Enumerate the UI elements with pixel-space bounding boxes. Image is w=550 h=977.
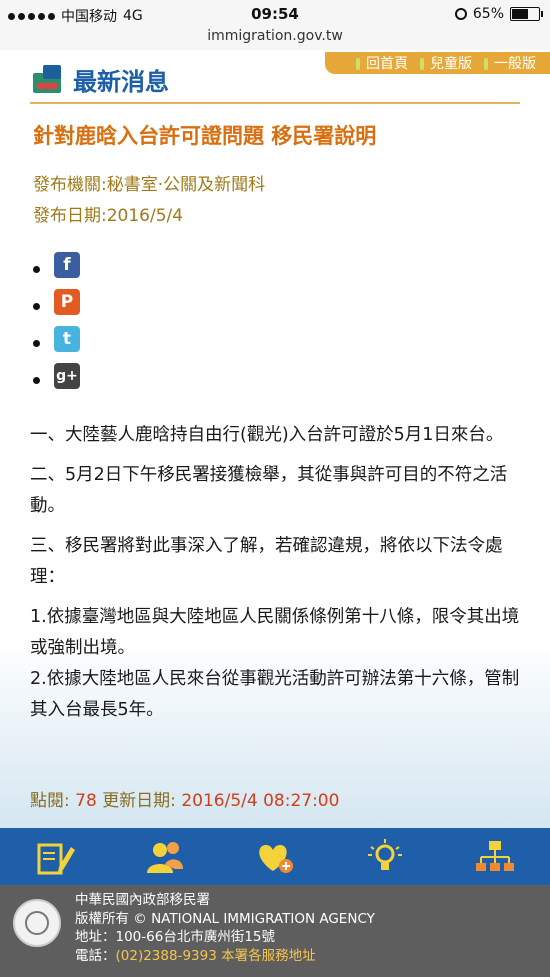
top-link-label: 回首頁 (366, 56, 408, 72)
views-count: 78 (75, 791, 97, 811)
bottom-nav (0, 828, 550, 885)
phone-label: 電話： (75, 947, 116, 964)
share-item: g+ (33, 357, 80, 394)
nav-apply-button[interactable] (27, 835, 83, 879)
share-list: f P t g+ (33, 246, 80, 394)
share-item: P (33, 283, 80, 320)
top-link-home[interactable]: 回首頁 (356, 53, 408, 73)
heart-plus-icon (259, 844, 293, 873)
nav-sitemap-button[interactable] (467, 835, 523, 879)
phone-number[interactable]: (02)2388-9393 (116, 948, 217, 964)
sitemap-icon (476, 840, 514, 871)
url-text: immigration.gov.tw (207, 28, 343, 44)
footer-address: 地址：100-66台北市廣州街15號 (75, 929, 275, 945)
publisher: 發布機關:秘書室·公關及新聞科 (33, 175, 266, 195)
top-link-kids[interactable]: 兒童版 (420, 53, 472, 73)
battery-percent: 65% (472, 6, 504, 22)
footer: 中華民國內政部移民署 版權所有 © NATIONAL IMMIGRATION A… (0, 885, 550, 977)
divider (30, 102, 520, 104)
article-body: 一、大陸藝人鹿晗持自由行(觀光)入台許可證於5月1日來台。 二、5月2日下午移民… (30, 420, 522, 735)
paragraph: 1.依據臺灣地區與大陸地區人民關係條例第十八條，限令其出境或強制出境。 (30, 607, 520, 658)
nav-people-button[interactable] (137, 835, 193, 879)
section-header: 最新消息 (33, 62, 169, 97)
share-item: t (33, 320, 80, 357)
top-link-label: 一般版 (494, 56, 536, 72)
top-links: 回首頁 兒童版 一般版 (325, 52, 550, 74)
news-icon (33, 64, 65, 95)
lightbulb-icon (368, 838, 402, 870)
bullet-icon (356, 58, 360, 70)
share-item: f (33, 246, 80, 283)
people-icon (147, 841, 183, 873)
footer-text: 中華民國內政部移民署 版權所有 © NATIONAL IMMIGRATION A… (75, 891, 375, 965)
plurk-icon[interactable]: P (54, 288, 80, 315)
agency-seal-logo (13, 899, 61, 947)
battery-icon (510, 7, 543, 21)
footer-contact: 電話：(02)2388-9393 本署各服務地址 (75, 947, 375, 966)
service-address-link[interactable]: 本署各服務地址 (221, 948, 316, 964)
nav-care-button[interactable] (247, 835, 303, 879)
publish-date: 發布日期:2016/5/4 (33, 206, 184, 226)
bullet-icon (420, 58, 424, 70)
updated-date: 2016/5/4 08:27:00 (181, 791, 340, 811)
status-bar: 中国移动 4G 09:54 65% (0, 0, 550, 28)
article-stats: 點閱: 78 更新日期: 2016/5/4 08:27:00 (30, 786, 339, 811)
url-bar[interactable]: immigration.gov.tw (0, 28, 550, 50)
paragraph: 三、移民署將對此事深入了解，若確認違規，將依以下法令處理： (30, 536, 503, 587)
paragraph: 2.依據大陸地區人民來台從事觀光活動許可辦法第十六條，管制其入台最長5年。 (30, 669, 520, 720)
alarm-icon (454, 8, 467, 20)
footer-copyright: 版權所有 © NATIONAL IMMIGRATION AGENCY (75, 910, 375, 927)
nav-ideas-button[interactable] (357, 835, 413, 879)
status-right: 65% (454, 6, 543, 22)
views-label: 點閱: (30, 791, 70, 811)
twitter-icon[interactable]: t (54, 325, 80, 352)
paragraph: 二、5月2日下午移民署接獲檢舉，其從事與許可目的不符之活動。 (30, 465, 508, 516)
footer-org: 中華民國內政部移民署 (75, 892, 210, 908)
top-link-label: 兒童版 (430, 56, 472, 72)
updated-label: 更新日期: (102, 791, 176, 811)
google-plus-icon[interactable]: g+ (54, 362, 80, 389)
paragraph: 一、大陸藝人鹿晗持自由行(觀光)入台許可證於5月1日來台。 (30, 425, 504, 445)
article-title: 針對鹿晗入台許可證問題 移民署說明 (33, 124, 377, 148)
pencil-document-icon (37, 843, 75, 874)
top-link-general[interactable]: 一般版 (484, 53, 536, 73)
section-title: 最新消息 (73, 68, 169, 96)
facebook-icon[interactable]: f (54, 251, 80, 278)
bullet-icon (484, 58, 488, 70)
